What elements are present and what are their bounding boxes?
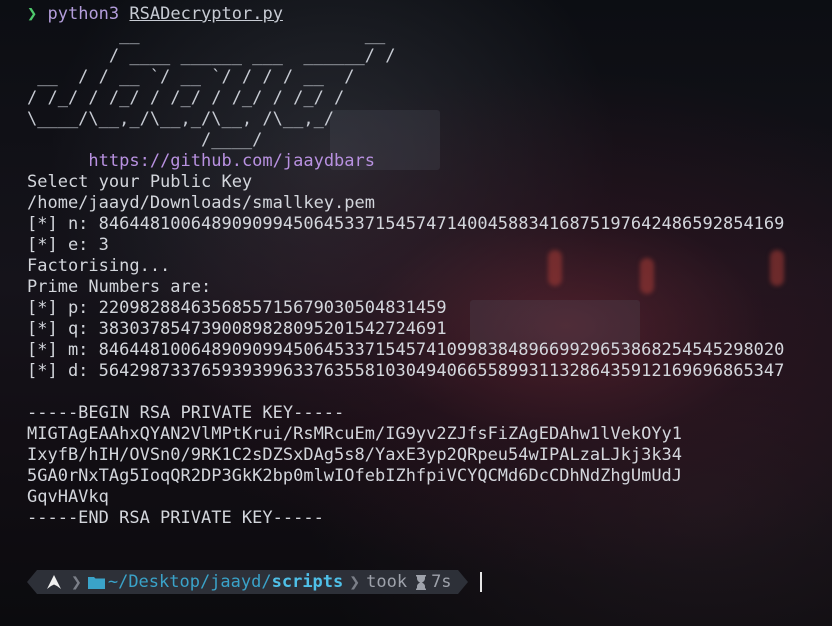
command-line: ❯ python3 RSADecryptor.py (27, 4, 832, 25)
segment-end-cap (457, 570, 468, 594)
segment-start-cap (27, 570, 37, 594)
hourglass-icon (416, 574, 427, 590)
folder-icon (87, 577, 105, 589)
private-key-line: GqvHAVkq (27, 487, 109, 507)
factorising-status: Factorising... (27, 256, 171, 276)
banner-art-line: / /_/ / /_/ / /_/ / /_/ / /_/ / (27, 88, 345, 108)
command-script[interactable]: RSADecryptor.py (129, 4, 283, 24)
prompt-symbol: ❯ (27, 4, 38, 24)
n-value: [*] n: 846448100648909099450645337154574… (27, 214, 785, 234)
command-program: python3 (47, 4, 120, 24)
repo-link[interactable]: https://github.com/jaaydbars (88, 151, 375, 171)
private-key-begin: -----BEGIN RSA PRIVATE KEY----- (27, 403, 345, 423)
banner-art: __ __ / ____ ______ ___ ______/ / __ / /… (27, 25, 832, 151)
prompt-segment: ❯ ~/Desktop/jaayd/scripts ❯ took 7s (37, 570, 458, 594)
path-prefix: ~/Desktop/jaayd/ (107, 572, 272, 592)
duration: 7s (431, 572, 452, 592)
chevron-separator-icon: ❯ (71, 571, 82, 593)
private-key-line: IxyfB/hIH/OVSn0/9RK1C2sDZSxDAg5s8/YaxE3y… (27, 445, 683, 465)
banner-art-line: / ____ ______ ___ ______/ / (27, 46, 396, 66)
private-key-line: 5GA0rNxTAg5IoqQR2DP3GkK2bp0mlwIOfebIZhfp… (27, 466, 683, 486)
private-key-end: -----END RSA PRIVATE KEY----- (27, 508, 324, 528)
p-value: [*] p: 22098288463568557156790305048314​… (27, 298, 447, 318)
prompt-status-bar: ❯ ~/Desktop/jaayd/scripts ❯ took 7s (27, 570, 482, 594)
took-label: took (366, 572, 408, 592)
e-value: [*] e: 3 (27, 235, 109, 255)
q-value: [*] q: 38303785473900898280952015427246​… (27, 319, 447, 339)
d-value: [*] d: 564298733765939399633763558103049… (27, 361, 785, 381)
repo-link-line: https://github.com/jaaydbars (27, 151, 832, 172)
chevron-separator-icon: ❯ (349, 571, 361, 593)
arch-linux-icon (47, 575, 61, 589)
select-prompt: Select your Public Key (27, 172, 253, 192)
banner-art-line: __ / / __ `/ __ `/ / / / __ / (27, 67, 355, 87)
text-cursor[interactable] (479, 572, 482, 592)
primes-header: Prime Numbers are: (27, 277, 212, 297)
key-path: /home/jaayd/Downloads/smallkey.pem (27, 193, 375, 213)
banner-art-line: __ __ (27, 25, 386, 45)
banner-art-line: \____/\__,_/\__,_/\__, /\__,_/ (27, 109, 335, 129)
m-value: [*] m: 846448100648909099450645337154574… (27, 340, 785, 360)
path-current: scripts (271, 572, 344, 592)
private-key-line: MIGTAgEAAhxQYAN2VlMPtKrui/RsMRcuEm/IG9yv… (27, 424, 683, 444)
banner-art-line: /____/ (27, 130, 263, 150)
terminal-output: ❯ python3 RSADecryptor.py __ __ / ____ _… (27, 4, 832, 529)
